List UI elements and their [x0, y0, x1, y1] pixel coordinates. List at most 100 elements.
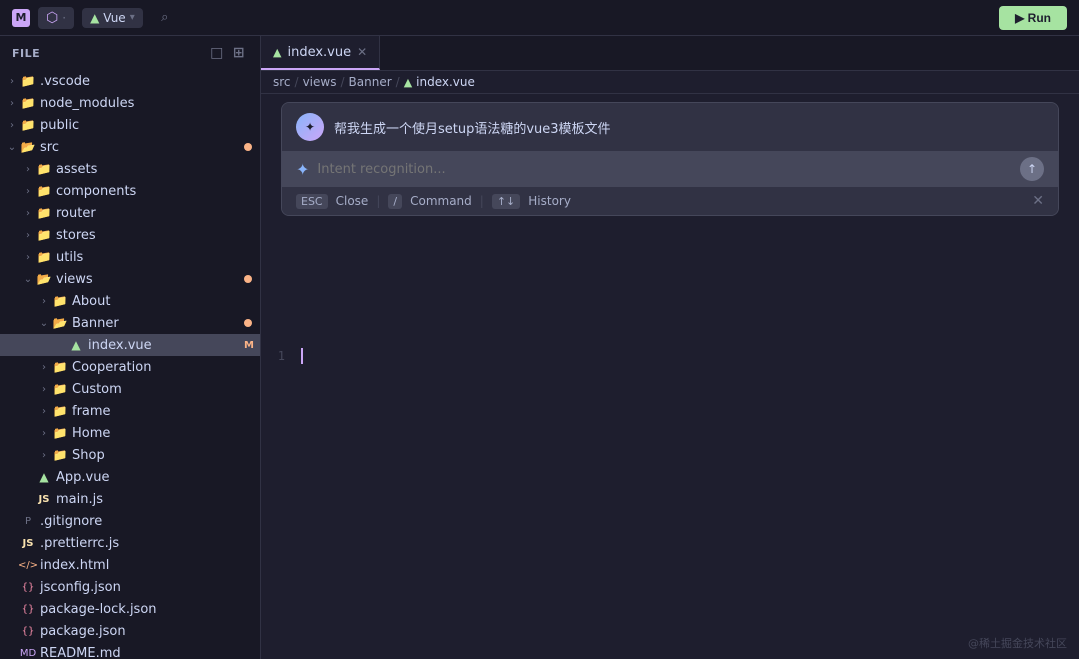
sidebar-item-public[interactable]: › 📁 public	[0, 114, 260, 136]
sidebar-item-gitignore[interactable]: › P .gitignore	[0, 510, 260, 532]
sidebar-item-label: App.vue	[56, 470, 109, 485]
tab-close-button[interactable]: ✕	[357, 45, 367, 59]
sidebar-item-app-vue[interactable]: › ▲ App.vue	[0, 466, 260, 488]
json-file-icon: {}	[20, 623, 36, 639]
chevron-right-icon: ›	[20, 205, 36, 221]
sidebar-item-src[interactable]: ⌄ 📂 src	[0, 136, 260, 158]
chevron-right-icon: ›	[36, 403, 52, 419]
project-selector[interactable]: ⬡ ·	[38, 7, 74, 29]
sidebar-item-package-lock[interactable]: › {} package-lock.json	[0, 598, 260, 620]
sidebar-item-banner[interactable]: ⌄ 📂 Banner	[0, 312, 260, 334]
sidebar-item-stores[interactable]: › 📁 stores	[0, 224, 260, 246]
chevron-right-icon: ›	[20, 249, 36, 265]
search-icon: ⌕	[161, 10, 168, 25]
sidebar-title: File	[12, 47, 40, 60]
sidebar-item-components[interactable]: › 📁 components	[0, 180, 260, 202]
sidebar-item-label: README.md	[40, 646, 121, 659]
breadcrumb-separator: /	[396, 75, 400, 89]
sidebar-item-label: frame	[72, 404, 111, 419]
sidebar-item-main-js[interactable]: › JS main.js	[0, 488, 260, 510]
chevron-right-icon: ›	[4, 117, 20, 133]
ai-input-row[interactable]: ✦ ↑	[282, 151, 1058, 187]
sidebar-item-package[interactable]: › {} package.json	[0, 620, 260, 642]
ai-intent-input[interactable]	[317, 162, 1012, 177]
run-button[interactable]: ▶ Run	[999, 6, 1067, 30]
chevron-right-icon: ›	[4, 95, 20, 111]
folder-icon: 📁	[52, 403, 68, 419]
folder-open-icon: 📂	[52, 315, 68, 331]
line-number: 1	[261, 349, 301, 363]
folder-icon: 📁	[52, 447, 68, 463]
global-search-button[interactable]: ⌕	[151, 4, 179, 32]
ai-submit-button[interactable]: ↑	[1020, 157, 1044, 181]
json-file-icon: {}	[20, 601, 36, 617]
modified-indicator: M	[244, 340, 254, 351]
chevron-down-icon: ⌄	[4, 139, 20, 155]
chevron-right-icon: ›	[20, 183, 36, 199]
sidebar-item-views[interactable]: ⌄ 📂 views	[0, 268, 260, 290]
sidebar-item-readme[interactable]: › MD README.md	[0, 642, 260, 659]
modified-badge	[244, 319, 252, 327]
sidebar-item-utils[interactable]: › 📁 utils	[0, 246, 260, 268]
sidebar-item-label: jsconfig.json	[40, 580, 121, 595]
sidebar-item-shop[interactable]: › 📁 Shop	[0, 444, 260, 466]
sidebar-header: File □ ⊞	[0, 36, 260, 70]
sidebar-item-label: Home	[72, 426, 110, 441]
tab-index-vue[interactable]: ▲ index.vue ✕	[261, 36, 380, 70]
chevron-right-icon: ›	[36, 425, 52, 441]
close-label: Close	[336, 194, 369, 208]
sidebar-item-label: index.html	[40, 558, 109, 573]
sidebar-item-node-modules[interactable]: › 📁 node_modules	[0, 92, 260, 114]
watermark: @稀土掘金技术社区	[968, 635, 1067, 651]
ai-popup-header: ✦ 帮我生成一个使月setup语法糖的vue3模板文件	[282, 103, 1058, 151]
sidebar-item-cooperation[interactable]: › 📁 Cooperation	[0, 356, 260, 378]
folder-icon: 📁	[52, 381, 68, 397]
breadcrumb-separator: /	[340, 75, 344, 89]
folder-icon: 📁	[52, 359, 68, 375]
sidebar-item-vscode[interactable]: › 📁 .vscode	[0, 70, 260, 92]
json-file-icon: {}	[20, 579, 36, 595]
sidebar-item-router[interactable]: › 📁 router	[0, 202, 260, 224]
ai-avatar-icon: ✦	[305, 120, 315, 134]
ai-popup-close-button[interactable]: ✕	[1032, 193, 1044, 209]
sidebar-item-index-vue[interactable]: › ▲ index.vue M	[0, 334, 260, 356]
sidebar-item-about[interactable]: › 📁 About	[0, 290, 260, 312]
sidebar-item-label: views	[56, 272, 93, 287]
sidebar-item-label: main.js	[56, 492, 103, 507]
submit-icon: ↑	[1027, 162, 1037, 176]
sidebar-item-frame[interactable]: › 📁 frame	[0, 400, 260, 422]
chevron-right-icon: ›	[20, 161, 36, 177]
footer-separator: |	[376, 194, 380, 208]
sidebar-item-home[interactable]: › 📁 Home	[0, 422, 260, 444]
sidebar-item-assets[interactable]: › 📁 assets	[0, 158, 260, 180]
sidebar-item-jsconfig[interactable]: › {} jsconfig.json	[0, 576, 260, 598]
vue-selector[interactable]: ▲ Vue ▾	[82, 8, 143, 28]
new-file-button[interactable]: □	[208, 44, 226, 62]
folder-icon: 📁	[52, 425, 68, 441]
sidebar-item-prettierrc[interactable]: › JS .prettierrc.js	[0, 532, 260, 554]
breadcrumb-views: views	[303, 75, 337, 89]
breadcrumb-src: src	[273, 75, 291, 89]
editor-content[interactable]: ✦ 帮我生成一个使月setup语法糖的vue3模板文件 ✦ ↑ ESC Clos…	[261, 94, 1079, 659]
folder-open-icon: 📂	[20, 139, 36, 155]
sidebar: File □ ⊞ › 📁 .vscode › 📁 no	[0, 36, 261, 659]
sidebar-item-custom[interactable]: › 📁 Custom	[0, 378, 260, 400]
code-line-1: 1	[261, 346, 1079, 366]
sidebar-item-label: components	[56, 184, 136, 199]
new-folder-button[interactable]: ⊞	[230, 44, 248, 62]
sidebar-item-label: Custom	[72, 382, 122, 397]
arrow-key: ↑↓	[492, 194, 520, 209]
sidebar-item-label: .prettierrc.js	[40, 536, 119, 551]
code-area[interactable]: 1	[261, 334, 1079, 378]
vue-logo-icon: ▲	[90, 11, 99, 25]
folder-icon: 📁	[20, 95, 36, 111]
sidebar-item-label: index.vue	[88, 338, 152, 353]
sidebar-item-index-html[interactable]: › </> index.html	[0, 554, 260, 576]
file-tree: › 📁 .vscode › 📁 node_modules › 📁 public …	[0, 70, 260, 659]
sidebar-item-label: stores	[56, 228, 96, 243]
vue-file-icon: ▲	[36, 469, 52, 485]
ai-popup: ✦ 帮我生成一个使月setup语法糖的vue3模板文件 ✦ ↑ ESC Clos…	[281, 102, 1059, 216]
sidebar-item-label: node_modules	[40, 96, 134, 111]
project-name: ·	[62, 11, 66, 25]
html-file-icon: </>	[20, 557, 36, 573]
